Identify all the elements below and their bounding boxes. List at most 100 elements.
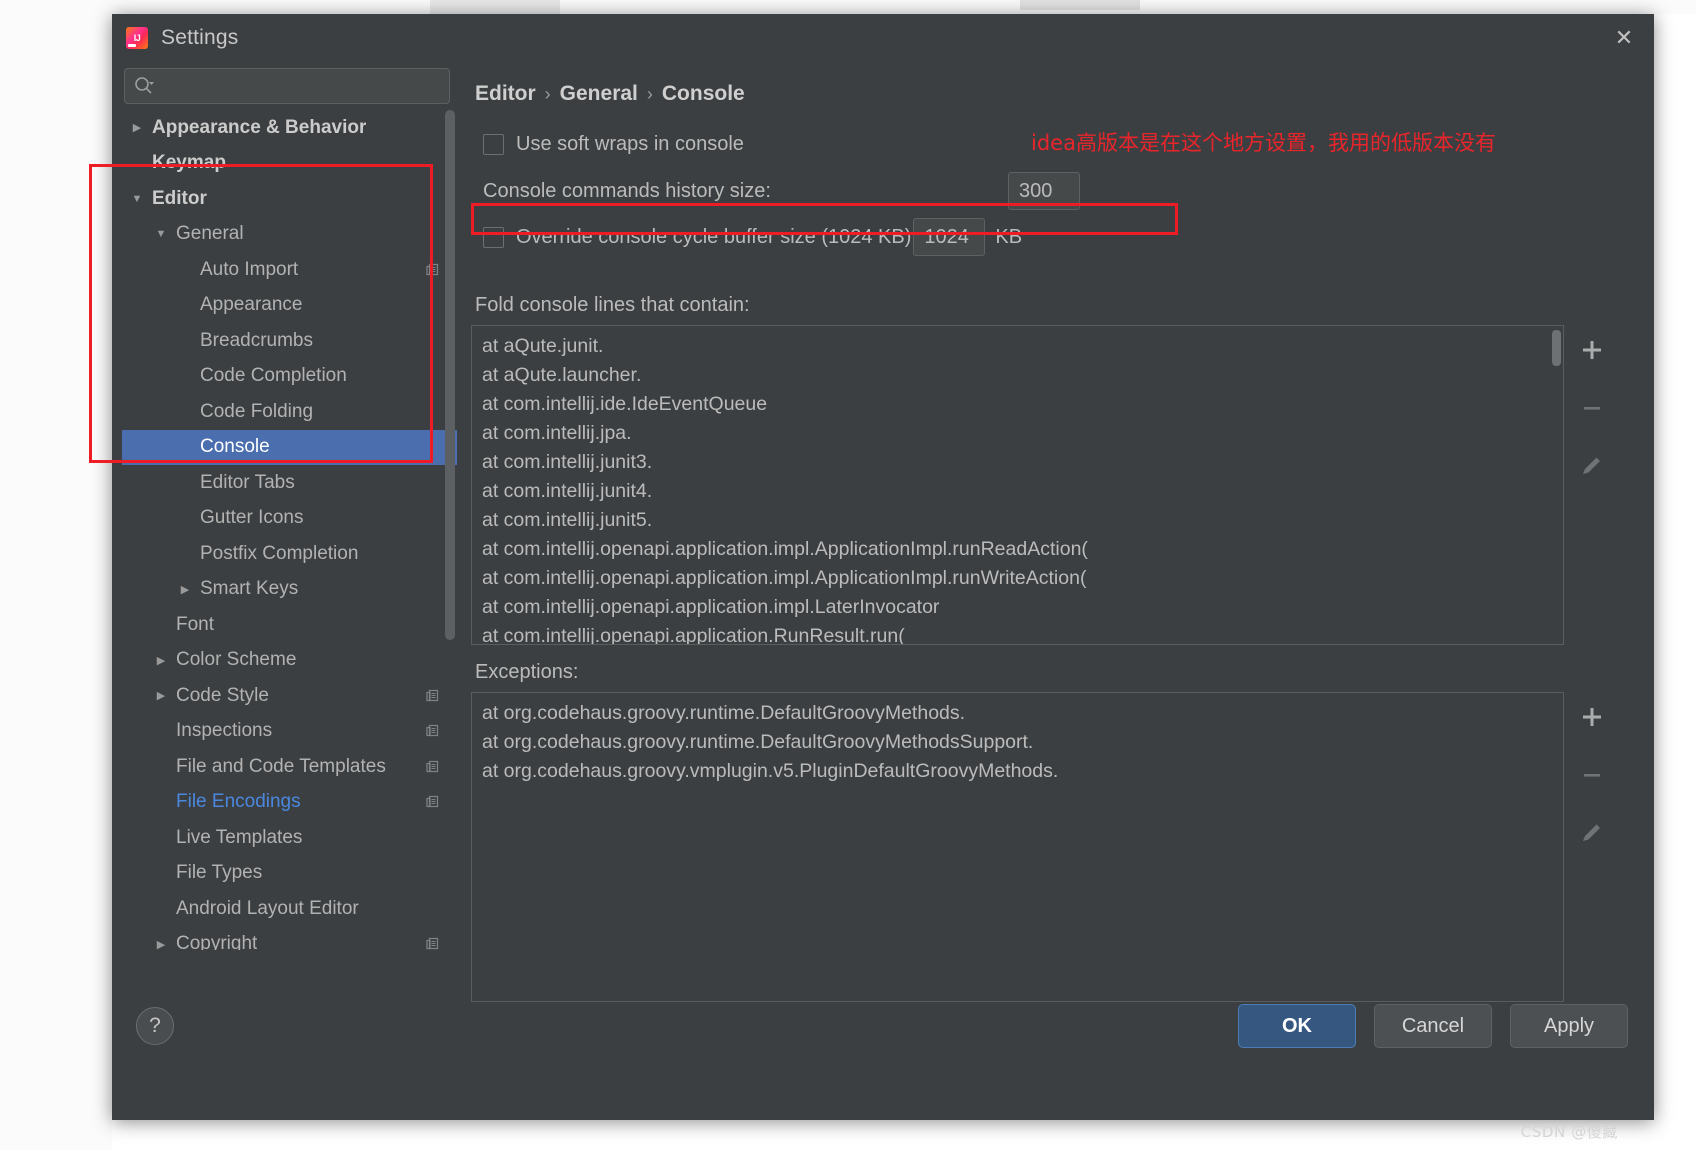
watermark: CSDN @傻藏 — [1520, 1123, 1618, 1141]
settings-main-panel: Editor › General › Console Use soft wrap… — [457, 62, 1654, 1002]
breadcrumb-item-console[interactable]: Console — [662, 82, 745, 106]
chevron-down-icon[interactable]: ▼ — [152, 225, 170, 243]
history-size-row: Console commands history size: 300 — [471, 168, 1620, 214]
copy-settings-icon — [425, 723, 441, 739]
sidebar-item-editor-tabs[interactable]: ▶Editor Tabs — [122, 465, 457, 501]
breadcrumb-item-editor[interactable]: Editor — [475, 82, 536, 106]
sidebar-item-breadcrumbs[interactable]: ▶Breadcrumbs — [122, 323, 457, 359]
sidebar-item-code-style[interactable]: ▶ Code Style — [122, 678, 457, 714]
sidebar-item-android-layout-editor[interactable]: ▶Android Layout Editor — [122, 891, 457, 927]
fold-add-button[interactable] — [1575, 333, 1609, 367]
apply-button[interactable]: Apply — [1510, 1004, 1628, 1048]
history-size-input[interactable]: 300 — [1008, 172, 1080, 210]
sidebar-item-file-encodings[interactable]: ▶File Encodings — [122, 785, 457, 821]
cycle-buffer-row: Override console cycle buffer size (1024… — [471, 214, 1620, 260]
fold-list-panel[interactable]: at aQute.junit. at aQute.launcher. at com.… — [471, 325, 1564, 645]
sidebar-item-gutter-icons[interactable]: ▶Gutter Icons — [122, 501, 457, 537]
dialog-footer: ? OK Cancel Apply — [112, 978, 1654, 1074]
page-background-top — [0, 0, 1696, 14]
sidebar-item-editor[interactable]: ▼ Editor — [122, 181, 457, 217]
list-item[interactable]: at org.codehaus.groovy.vmplugin.v5.Plugi… — [478, 757, 1563, 786]
sidebar-item-live-templates[interactable]: ▶Live Templates — [122, 820, 457, 856]
sidebar-item-code-completion[interactable]: ▶Code Completion — [122, 359, 457, 395]
settings-dialog: Settings ✕ ▶Appearance & Behavior▶Keymap… — [112, 14, 1654, 1120]
sidebar-item-file-types[interactable]: ▶File Types — [122, 856, 457, 892]
breadcrumb-item-general[interactable]: General — [560, 82, 638, 106]
chevron-down-icon[interactable]: ▼ — [128, 190, 146, 208]
help-button[interactable]: ? — [136, 1007, 174, 1045]
sidebar-item-auto-import[interactable]: ▶Auto Import — [122, 252, 457, 288]
sidebar-item-label: Postfix Completion — [200, 542, 359, 564]
fold-list[interactable]: at aQute.junit. at aQute.launcher. at com.… — [472, 326, 1563, 644]
dialog-title: Settings — [161, 26, 239, 49]
list-item[interactable]: at com.intellij.junit4. — [478, 477, 1563, 506]
sidebar-item-color-scheme[interactable]: ▶ Color Scheme — [122, 643, 457, 679]
cycle-buffer-unit: KB — [995, 225, 1023, 248]
chevron-right-icon[interactable]: ▶ — [152, 651, 170, 669]
sidebar-item-postfix-completion[interactable]: ▶Postfix Completion — [122, 536, 457, 572]
sidebar-item-general[interactable]: ▼ General — [122, 217, 457, 253]
fold-list-toolbar — [1564, 325, 1620, 645]
chevron-right-icon[interactable]: ▶ — [152, 687, 170, 705]
fold-edit-button[interactable] — [1575, 449, 1609, 483]
sidebar-item-label: General — [176, 223, 244, 245]
sidebar-item-appearance[interactable]: ▶Appearance — [122, 288, 457, 324]
copy-settings-icon — [425, 262, 441, 278]
sidebar-item-label: Live Templates — [176, 826, 303, 848]
exceptions-list[interactable]: at org.codehaus.groovy.runtime.DefaultGr… — [472, 693, 1563, 786]
list-item[interactable]: at com.intellij.openapi.application.RunR… — [478, 622, 1563, 644]
list-item[interactable]: at org.codehaus.groovy.runtime.DefaultGr… — [478, 728, 1563, 757]
cycle-buffer-checkbox[interactable] — [483, 226, 504, 248]
sidebar-item-font[interactable]: ▶Font — [122, 607, 457, 643]
chevron-right-icon: › — [544, 83, 551, 104]
exceptions-add-button[interactable] — [1575, 700, 1609, 734]
ok-button[interactable]: OK — [1238, 1004, 1356, 1048]
list-item[interactable]: at aQute.junit. — [478, 332, 1563, 361]
sidebar-item-label: Editor Tabs — [200, 471, 295, 493]
soft-wraps-checkbox[interactable] — [483, 133, 504, 155]
exceptions-remove-button[interactable] — [1575, 758, 1609, 792]
cancel-button[interactable]: Cancel — [1374, 1004, 1492, 1048]
sidebar-item-file-and-code-templates[interactable]: ▶File and Code Templates — [122, 749, 457, 785]
list-item[interactable]: at com.intellij.junit5. — [478, 506, 1563, 535]
copy-settings-icon — [425, 794, 441, 810]
fold-list-scrollbar-thumb[interactable] — [1552, 330, 1561, 366]
list-item[interactable]: at com.intellij.junit3. — [478, 448, 1563, 477]
sidebar-item-smart-keys[interactable]: ▶ Smart Keys — [122, 572, 457, 608]
list-item[interactable]: at com.intellij.openapi.application.impl… — [478, 535, 1563, 564]
chevron-right-icon[interactable]: ▶ — [128, 119, 146, 137]
fold-remove-button[interactable] — [1575, 391, 1609, 425]
chevron-right-icon[interactable]: ▶ — [152, 935, 170, 950]
list-item[interactable]: at org.codehaus.groovy.runtime.DefaultGr… — [478, 699, 1563, 728]
list-item[interactable]: at com.intellij.openapi.application.impl… — [478, 593, 1563, 622]
list-item[interactable]: at com.intellij.openapi.application.impl… — [478, 564, 1563, 593]
chevron-right-icon: › — [646, 83, 653, 104]
sidebar-item-inspections[interactable]: ▶Inspections — [122, 714, 457, 750]
list-item[interactable]: at com.intellij.jpa. — [478, 419, 1563, 448]
settings-tree[interactable]: ▶Appearance & Behavior▶Keymap▼Editor▼Gen… — [122, 110, 457, 950]
sidebar-item-label: Gutter Icons — [200, 507, 304, 529]
list-item[interactable]: at com.intellij.ide.IdeEventQueue — [478, 390, 1563, 419]
exceptions-list-panel[interactable]: at org.codehaus.groovy.runtime.DefaultGr… — [471, 692, 1564, 1002]
chevron-right-icon[interactable]: ▶ — [176, 580, 194, 598]
sidebar-item-copyright[interactable]: ▶ Copyright — [122, 927, 457, 950]
sidebar-item-appearance-behavior[interactable]: ▶ Appearance & Behavior — [122, 110, 457, 146]
list-item[interactable]: at aQute.launcher. — [478, 361, 1563, 390]
sidebar-item-label: File Types — [176, 862, 263, 884]
fold-section: at aQute.junit. at aQute.launcher. at com.… — [471, 325, 1620, 645]
fold-section-title: Fold console lines that contain: — [475, 294, 750, 316]
sidebar-item-label: Code Completion — [200, 365, 347, 387]
exceptions-edit-button[interactable] — [1575, 816, 1609, 850]
sidebar-item-keymap[interactable]: ▶Keymap — [122, 146, 457, 182]
exceptions-section-title: Exceptions: — [475, 661, 579, 683]
sidebar-scrollbar-thumb[interactable] — [445, 110, 455, 640]
sidebar-item-code-folding[interactable]: ▶Code Folding — [122, 394, 457, 430]
cycle-buffer-input[interactable]: 1024 — [913, 218, 986, 256]
sidebar-item-console[interactable]: ▶Console — [122, 429, 457, 465]
close-icon[interactable]: ✕ — [1606, 24, 1642, 54]
copy-settings-icon — [425, 936, 441, 950]
annotation-note: idea高版本是在这个地方设置，我用的低版本没有 — [1031, 131, 1496, 155]
dialog-buttons: OK Cancel Apply — [1238, 1004, 1628, 1048]
search-input[interactable] — [124, 68, 450, 104]
sidebar-item-label: Font — [176, 613, 215, 635]
